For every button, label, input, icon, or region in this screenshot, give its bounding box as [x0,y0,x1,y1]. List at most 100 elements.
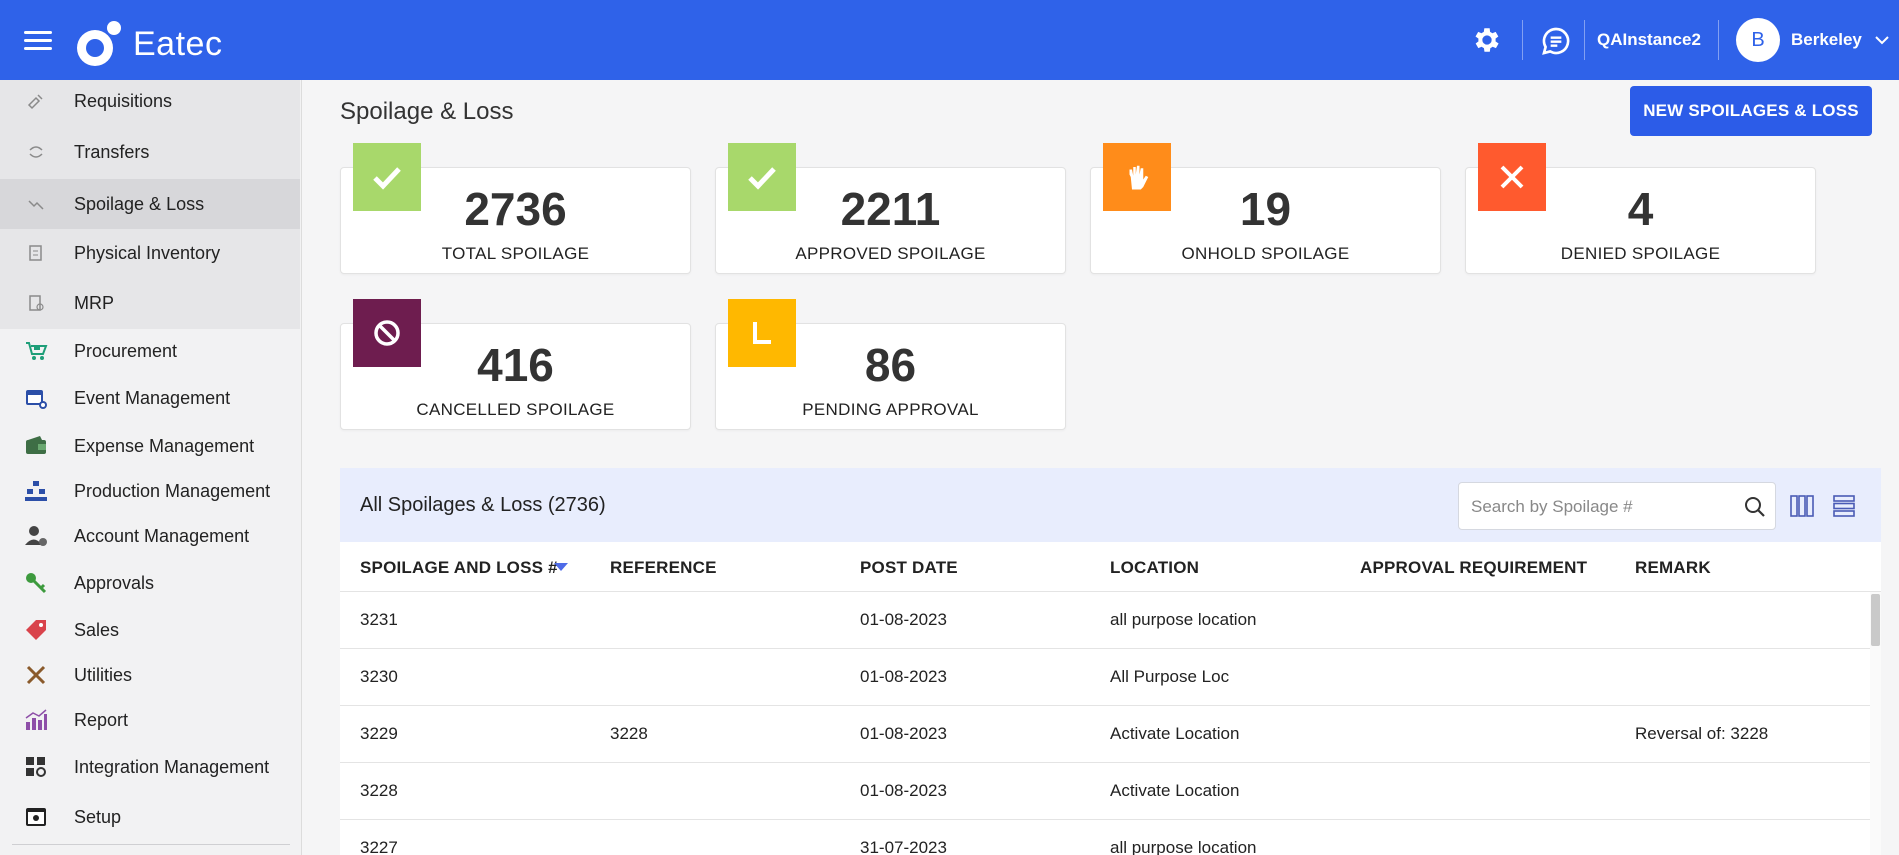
card-count: 2211 [840,183,941,235]
sidebar-item-spoilage-loss[interactable]: Spoilage & Loss [0,179,300,229]
pending-approval-card[interactable]: 86 PENDING APPROVAL [715,299,1066,430]
spoilage-table-panel: All Spoilages & Loss (2736) SPOILAGE AND… [340,468,1881,855]
sidebar: Requisitions Transfers Spoilage & Loss P… [0,80,302,855]
sidebar-item-expense-management[interactable]: Expense Management [0,423,300,469]
table-row[interactable]: 3227 31-07-2023 all purpose location [340,820,1870,855]
table-header-bar: All Spoilages & Loss (2736) [340,468,1881,542]
column-view-icon[interactable] [1788,492,1816,520]
card-count: 2736 [464,183,567,235]
topbar-divider [1522,20,1523,60]
report-icon [22,706,50,734]
column-header-post-date[interactable]: POST DATE [860,558,958,578]
cell-spoilage-number: 3227 [360,838,398,855]
sidebar-item-label: Spoilage & Loss [74,193,205,214]
sidebar-item-label: Approvals [74,572,155,593]
table-row[interactable]: 3229 3228 01-08-2023 Activate Location R… [340,706,1870,763]
cell-post-date: 01-08-2023 [860,667,947,686]
user-name[interactable]: Berkeley [1791,30,1862,50]
total-spoilage-card[interactable]: 2736 TOTAL SPOILAGE [340,143,691,274]
card-label: ONHOLD SPOILAGE [1181,244,1350,263]
sidebar-item-transfers[interactable]: Transfers [0,129,300,175]
sidebar-item-label: Integration Management [74,756,270,777]
column-header-remark[interactable]: REMARK [1635,558,1711,578]
cell-remark: Reversal of: 3228 [1635,724,1769,743]
sidebar-item-production-management[interactable]: Production Management [0,468,300,514]
sidebar-item-label: Production Management [74,480,271,501]
sidebar-item-requisitions[interactable]: Requisitions [0,80,300,124]
cell-post-date: 31-07-2023 [860,838,947,855]
key-icon [22,569,50,597]
cancelled-spoilage-card[interactable]: 416 CANCELLED SPOILAGE [340,299,691,430]
sidebar-item-label: Transfers [74,141,150,162]
avatar[interactable]: B [1736,18,1780,62]
chevron-down-icon[interactable] [1874,32,1890,48]
cell-location: Activate Location [1110,781,1240,800]
cell-reference: 3228 [610,724,648,743]
sidebar-item-account-management[interactable]: Account Management [0,513,300,559]
sidebar-item-label: Setup [74,806,122,827]
tag-icon [22,616,50,644]
chat-icon[interactable] [1540,25,1572,57]
card-label: CANCELLED SPOILAGE [416,400,615,419]
new-spoilage-button[interactable]: NEW SPOILAGES & LOSS [1630,86,1872,136]
sidebar-item-integration-management[interactable]: Integration Management [0,744,300,790]
sidebar-item-utilities[interactable]: Utilities [0,652,300,698]
top-bar: Eatec QAInstance2 B Berkeley [0,0,1899,80]
integration-icon [22,753,50,781]
table-head: SPOILAGE AND LOSS # REFERENCE POST DATE … [340,542,1881,592]
onhold-spoilage-card[interactable]: 19 ONHOLD SPOILAGE [1090,143,1441,274]
column-header-approval-requirement[interactable]: APPROVAL REQUIREMENT [1360,558,1587,578]
sidebar-item-mrp[interactable]: MRP [0,280,300,326]
app-logo[interactable]: Eatec [77,16,222,66]
card-label: TOTAL SPOILAGE [441,244,590,263]
sidebar-item-label: Physical Inventory [74,242,221,263]
column-header-spoilage-number[interactable]: SPOILAGE AND LOSS # [360,558,558,578]
sidebar-item-report[interactable]: Report [0,697,300,743]
cell-location: all purpose location [1110,610,1257,629]
row-view-icon[interactable] [1830,492,1858,520]
spoilage-icon [22,190,50,218]
mrp-icon [22,289,50,317]
table-scrollbar-thumb[interactable] [1871,594,1880,646]
sidebar-item-physical-inventory[interactable]: Physical Inventory [0,230,300,276]
topbar-divider [1718,20,1719,60]
cell-spoilage-number: 3231 [360,610,398,629]
card-count: 4 [1627,183,1654,235]
sidebar-item-procurement[interactable]: Procurement [0,328,300,374]
card-label: PENDING APPROVAL [802,400,979,419]
sidebar-item-setup[interactable]: Setup [0,794,300,840]
cart-icon [22,337,50,365]
sidebar-item-sales[interactable]: Sales [0,607,300,653]
sidebar-item-approvals[interactable]: Approvals [0,560,300,606]
transfer-icon [22,138,50,166]
sidebar-item-event-management[interactable]: Event Management [0,375,300,421]
sidebar-item-label: Utilities [74,664,133,685]
search-input[interactable] [1471,495,1731,519]
cell-location: Activate Location [1110,724,1240,743]
wallet-icon [22,432,50,460]
table-row[interactable]: 3231 01-08-2023 all purpose location [340,592,1870,649]
hamburger-menu-icon[interactable] [24,31,52,51]
instance-name[interactable]: QAInstance2 [1597,30,1701,50]
sidebar-item-label: Expense Management [74,435,255,456]
sort-desc-icon[interactable] [554,563,568,571]
setup-icon [22,803,50,831]
gear-icon[interactable] [1471,24,1503,56]
table-row[interactable]: 3230 01-08-2023 All Purpose Loc [340,649,1870,706]
sidebar-item-label: Requisitions [74,90,173,111]
cell-spoilage-number: 3230 [360,667,398,686]
page-title: Spoilage & Loss [340,98,514,125]
approved-spoilage-card[interactable]: 2211 APPROVED SPOILAGE [715,143,1066,274]
denied-spoilage-card[interactable]: 4 DENIED SPOILAGE [1465,143,1816,274]
sidebar-divider [12,844,290,845]
search-icon[interactable] [1743,495,1767,519]
calendar-icon [22,384,50,412]
table-title: All Spoilages & Loss (2736) [360,494,606,516]
eatec-logo-icon [77,20,121,66]
table-row[interactable]: 3228 01-08-2023 Activate Location [340,763,1870,820]
sidebar-item-label: Procurement [74,340,178,361]
sidebar-item-label: Sales [74,619,120,640]
account-icon [22,522,50,550]
column-header-location[interactable]: LOCATION [1110,558,1199,578]
column-header-reference[interactable]: REFERENCE [610,558,717,578]
